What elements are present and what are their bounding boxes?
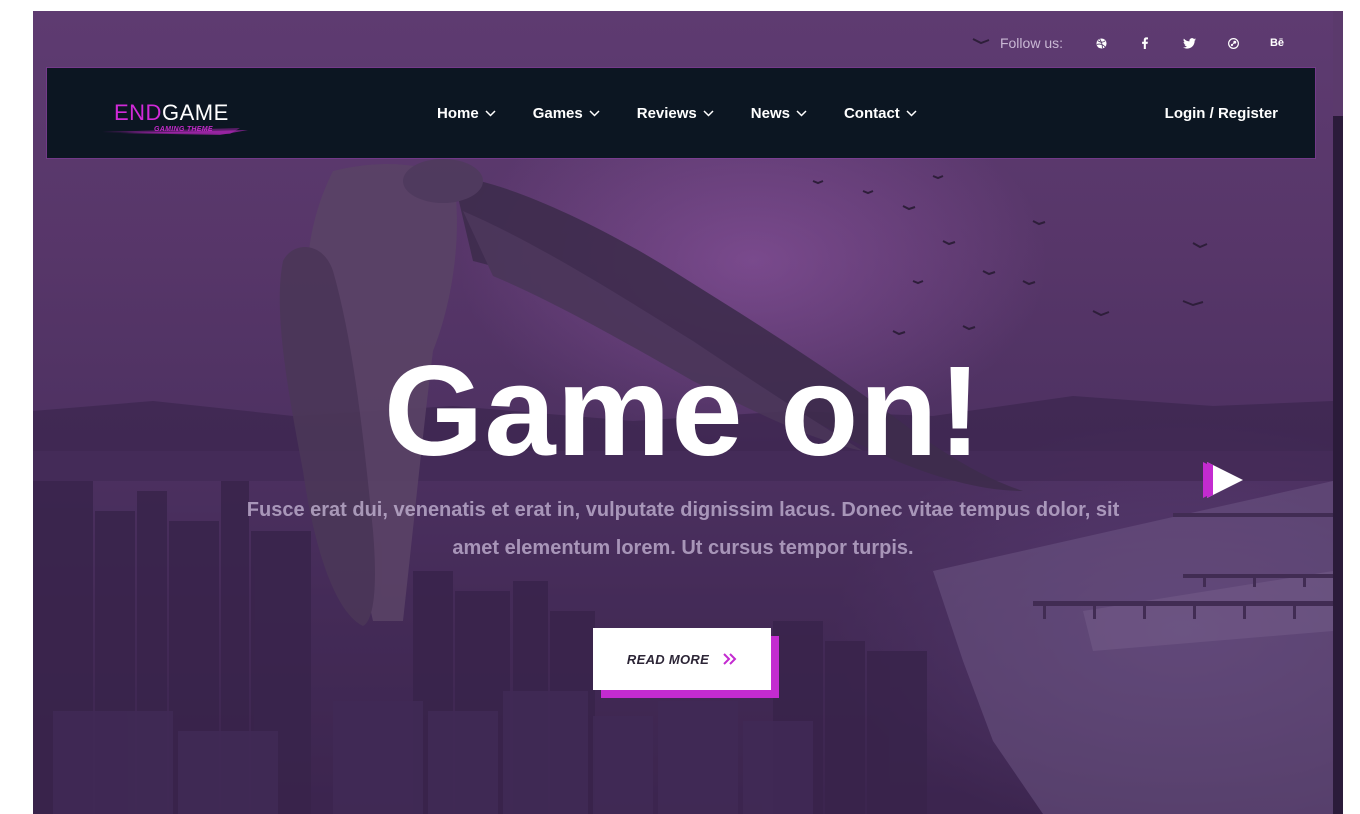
nav-item-home[interactable]: Home xyxy=(437,105,496,122)
login-register-link[interactable]: Login / Register xyxy=(1165,68,1278,158)
social-follow-bar: Follow us: Bē xyxy=(1000,33,1299,53)
hero-section: Follow us: Bē ENDGAME GAMING THEME Home … xyxy=(33,11,1333,814)
twitter-icon[interactable] xyxy=(1167,33,1211,53)
page-edge xyxy=(1333,11,1343,814)
main-navbar: ENDGAME GAMING THEME Home Games Reviews xyxy=(47,68,1315,158)
facebook-icon[interactable] xyxy=(1123,33,1167,53)
chevron-down-icon xyxy=(703,109,714,117)
nav-item-label: Games xyxy=(532,104,583,122)
chevron-down-icon xyxy=(796,109,807,117)
hero-description: Fusce erat dui, venenatis et erat in, vu… xyxy=(246,499,1120,559)
logo-text-game: GAME xyxy=(161,100,229,125)
nav-item-games[interactable]: Games xyxy=(533,105,600,122)
chevron-down-icon xyxy=(485,109,496,117)
nav-item-contact[interactable]: Contact xyxy=(844,105,917,122)
primary-menu: Home Games Reviews News Contact xyxy=(437,68,954,158)
chevron-down-icon xyxy=(906,109,917,117)
nav-item-label: News xyxy=(750,104,790,122)
site-logo[interactable]: ENDGAME GAMING THEME xyxy=(102,100,248,142)
follow-label: Follow us: xyxy=(999,35,1063,51)
logo-text-end: END xyxy=(114,100,162,125)
hero-title: Game on! xyxy=(383,340,983,483)
nav-item-label: Home xyxy=(437,104,479,122)
nav-item-label: Contact xyxy=(843,104,900,122)
steam-icon[interactable] xyxy=(1211,33,1255,53)
dribbble-icon[interactable] xyxy=(1079,33,1123,53)
double-chevron-right-icon xyxy=(723,653,737,665)
nav-item-news[interactable]: News xyxy=(751,105,807,122)
logo-tagline: GAMING THEME xyxy=(154,126,213,133)
read-more-button[interactable]: READ MORE xyxy=(593,628,771,690)
chevron-down-icon xyxy=(589,109,600,117)
read-more-button-wrapper: READ MORE xyxy=(593,628,779,698)
play-arrow-icon[interactable] xyxy=(1203,460,1243,500)
page-edge-top xyxy=(1333,11,1343,116)
behance-icon[interactable]: Bē xyxy=(1255,33,1299,53)
nav-item-label: Reviews xyxy=(636,104,697,122)
read-more-label: READ MORE xyxy=(626,651,710,667)
nav-item-reviews[interactable]: Reviews xyxy=(637,105,714,122)
